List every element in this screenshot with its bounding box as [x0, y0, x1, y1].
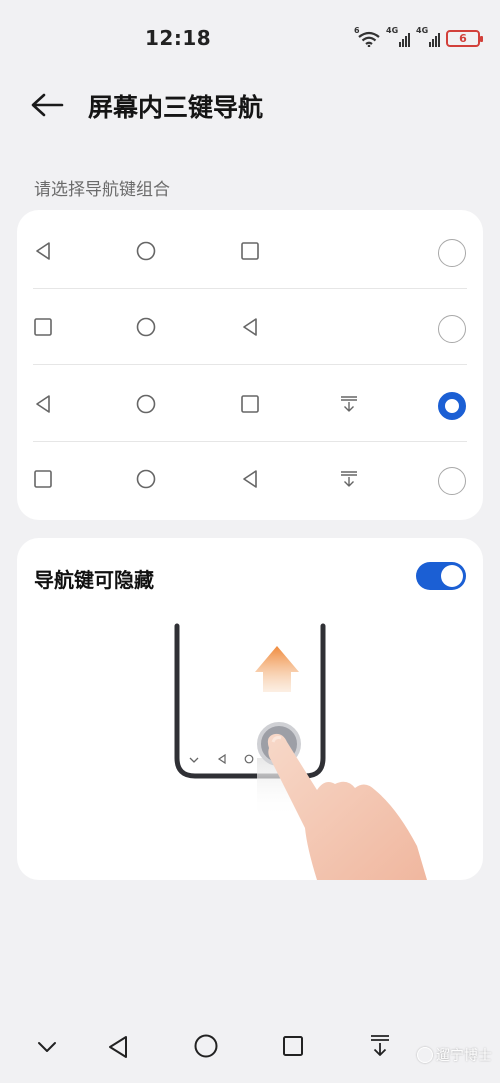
- status-icons: 6 4G 4G 6: [354, 26, 483, 47]
- radio-option-3[interactable]: [438, 392, 466, 420]
- status-bar: 12:18 6 4G 4G 6: [0, 0, 500, 76]
- recents-square-icon: [240, 241, 260, 261]
- recents-square-icon[interactable]: [281, 1034, 305, 1058]
- signal-2-icon: 4G: [416, 26, 440, 47]
- hide-key-icon[interactable]: [368, 1033, 392, 1059]
- combination-card: [17, 210, 483, 520]
- wifi-icon: 6: [354, 26, 380, 47]
- back-triangle-icon: [33, 241, 53, 261]
- chevron-down-icon[interactable]: [36, 1040, 58, 1054]
- home-circle-icon: [136, 241, 156, 261]
- home-circle-icon: [136, 394, 156, 414]
- back-button[interactable]: [30, 85, 70, 125]
- back-triangle-icon: [240, 317, 260, 337]
- radio-option-2[interactable]: [438, 315, 466, 343]
- battery-icon: 6: [446, 30, 483, 47]
- battery-level: 6: [459, 32, 467, 45]
- radio-option-4[interactable]: [438, 467, 466, 495]
- back-arrow-icon: [31, 93, 64, 117]
- back-triangle-icon[interactable]: [106, 1034, 130, 1060]
- section-label: 请选择导航键组合: [34, 180, 170, 200]
- toggle-knob: [441, 565, 463, 587]
- watermark-logo-icon: [417, 1047, 433, 1063]
- combination-option-1[interactable]: [17, 213, 483, 289]
- radio-option-1[interactable]: [438, 239, 466, 267]
- signal-1-icon: 4G: [386, 26, 410, 47]
- back-triangle-icon: [240, 469, 260, 489]
- hide-nav-toggle[interactable]: [416, 562, 466, 590]
- combination-option-3[interactable]: [17, 366, 483, 442]
- hide-key-icon: [339, 469, 359, 489]
- home-circle-icon: [136, 317, 156, 337]
- watermark-text: 遛宁博士: [436, 1048, 492, 1064]
- home-circle-icon: [136, 469, 156, 489]
- hide-nav-label: 导航键可隐藏: [34, 568, 154, 592]
- watermark: 遛宁博士: [417, 1045, 492, 1065]
- swipe-illustration: [174, 623, 427, 880]
- recents-square-icon: [240, 394, 260, 414]
- recents-square-icon: [33, 469, 53, 489]
- hide-nav-card: 导航键可隐藏: [17, 538, 483, 880]
- home-circle-icon[interactable]: [193, 1033, 219, 1059]
- combination-option-4[interactable]: [17, 441, 483, 517]
- combination-option-2[interactable]: [17, 289, 483, 365]
- back-triangle-icon: [33, 394, 53, 414]
- recents-square-icon: [33, 317, 53, 337]
- divider: [33, 364, 467, 365]
- status-time: 12:18: [145, 26, 212, 50]
- hide-key-icon: [339, 394, 359, 414]
- page-title: 屏幕内三键导航: [88, 93, 264, 122]
